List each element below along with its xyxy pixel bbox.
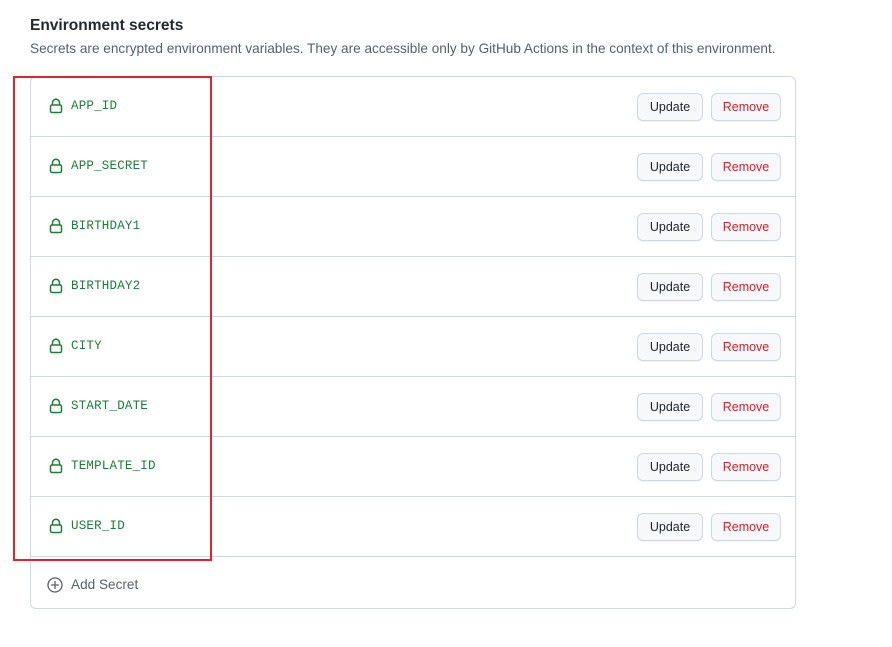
- add-secret-button[interactable]: Add Secret: [31, 557, 795, 609]
- lock-icon: [49, 338, 63, 354]
- update-button[interactable]: Update: [637, 393, 703, 421]
- section-title: Environment secrets: [30, 17, 184, 34]
- secret-name: TEMPLATE_ID: [71, 459, 156, 473]
- lock-icon: [49, 518, 63, 534]
- lock-icon: [49, 458, 63, 474]
- remove-button[interactable]: Remove: [711, 213, 781, 241]
- secret-row: START_DATE Update Remove: [31, 377, 795, 437]
- lock-icon: [49, 158, 63, 174]
- secret-name: USER_ID: [71, 519, 125, 533]
- section-description: Secrets are encrypted environment variab…: [30, 41, 776, 56]
- plus-circle-icon: [47, 577, 63, 593]
- update-button[interactable]: Update: [637, 213, 703, 241]
- secret-name: CITY: [71, 339, 102, 353]
- update-button[interactable]: Update: [637, 153, 703, 181]
- update-button[interactable]: Update: [637, 333, 703, 361]
- update-button[interactable]: Update: [637, 93, 703, 121]
- add-secret-label: Add Secret: [71, 577, 139, 592]
- secret-name: APP_SECRET: [71, 159, 149, 173]
- remove-button[interactable]: Remove: [711, 393, 781, 421]
- secret-row: APP_SECRET Update Remove: [31, 137, 795, 197]
- remove-button[interactable]: Remove: [711, 333, 781, 361]
- remove-button[interactable]: Remove: [711, 273, 781, 301]
- secret-row: TEMPLATE_ID Update Remove: [31, 437, 795, 497]
- lock-icon: [49, 398, 63, 414]
- secret-name: START_DATE: [71, 399, 149, 413]
- lock-icon: [49, 218, 63, 234]
- update-button[interactable]: Update: [637, 273, 703, 301]
- lock-icon: [49, 278, 63, 294]
- secret-row: BIRTHDAY2 Update Remove: [31, 257, 795, 317]
- secret-row: BIRTHDAY1 Update Remove: [31, 197, 795, 257]
- lock-icon: [49, 98, 63, 114]
- secret-name: BIRTHDAY2: [71, 279, 141, 293]
- remove-button[interactable]: Remove: [711, 153, 781, 181]
- update-button[interactable]: Update: [637, 513, 703, 541]
- secret-name: BIRTHDAY1: [71, 219, 141, 233]
- secret-row: CITY Update Remove: [31, 317, 795, 377]
- secret-row: USER_ID Update Remove: [31, 497, 795, 557]
- remove-button[interactable]: Remove: [711, 453, 781, 481]
- remove-button[interactable]: Remove: [711, 513, 781, 541]
- secret-row: APP_ID Update Remove: [31, 77, 795, 137]
- update-button[interactable]: Update: [637, 453, 703, 481]
- secrets-list: APP_ID Update Remove APP_SECRET Update Remove…: [30, 76, 796, 609]
- secret-name: APP_ID: [71, 99, 118, 113]
- remove-button[interactable]: Remove: [711, 93, 781, 121]
